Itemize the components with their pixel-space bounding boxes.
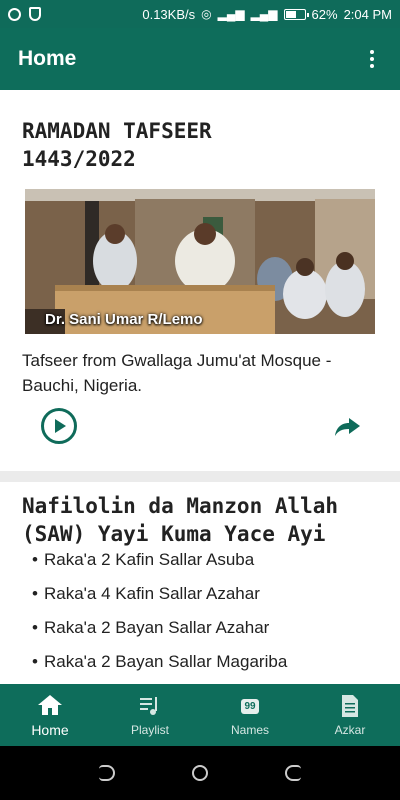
- nafiloli-list: • Raka'a 2 Kafin Sallar Asuba • Raka'a 4 K…: [32, 550, 372, 684]
- status-bar: 0.13KB/s ◎ ▂▄▆ ▂▄▆ 62% 2:04 PM: [0, 0, 400, 28]
- bullet: •: [32, 550, 38, 569]
- tafseer-thumbnail[interactable]: Dr. Sani Umar R/Lemo: [25, 189, 375, 334]
- document-icon: [340, 693, 360, 719]
- signal-2-icon: ▂▄▆: [250, 7, 278, 21]
- app-bar: Home: [0, 28, 400, 90]
- system-nav-bar: [0, 746, 400, 800]
- nav-playlist[interactable]: Playlist: [100, 684, 200, 746]
- nav-home[interactable]: Home: [0, 684, 100, 746]
- network-speed: 0.13KB/s: [142, 6, 196, 22]
- list-item-text: Raka'a 2 Bayan Sallar Magariba: [44, 652, 288, 671]
- home-icon: [37, 692, 63, 718]
- status-left: [8, 7, 41, 21]
- card-description: Tafseer from Gwallaga Jumu'at Mosque - B…: [22, 351, 332, 395]
- clock: 2:04 PM: [343, 6, 392, 22]
- names-99-icon: 99: [241, 693, 259, 719]
- bullet: •: [32, 652, 38, 671]
- nav-label: Azkar: [334, 723, 366, 737]
- nav-azkar[interactable]: Azkar: [300, 684, 400, 746]
- list-item: • Raka'a 2 Kafin Sallar Asuba: [32, 550, 372, 584]
- play-triangle: [55, 419, 66, 433]
- card-title: Nafilolin da Manzon Allah (SAW) Yayi Kum…: [22, 494, 339, 546]
- nav-names[interactable]: 99 Names: [200, 684, 300, 746]
- nav-label: Playlist: [130, 723, 169, 737]
- list-item-text: Raka'a 2 Kafin Sallar Asuba: [44, 550, 255, 569]
- system-home-icon[interactable]: [191, 765, 208, 781]
- nav-label: Names: [230, 723, 269, 737]
- document-glyph: [342, 695, 358, 717]
- battery-level: [285, 10, 297, 18]
- bullet: •: [32, 584, 38, 603]
- list-item: • Raka'a 4 Kafin Sallar Azahar: [32, 584, 372, 618]
- list-item: • Raka'a 2 Bayan Sallar Magariba: [32, 652, 372, 684]
- share-arrow-icon[interactable]: [333, 416, 361, 438]
- list-item: • Raka'a 2 Bayan Sallar Azahar: [32, 618, 372, 652]
- overflow-dot: [370, 64, 374, 68]
- playlist-glyph: [140, 697, 157, 715]
- nav-label: Home: [31, 722, 69, 738]
- battery-icon: [283, 8, 309, 20]
- card-title: RAMADAN TAFSEER 1443/2022: [22, 119, 212, 171]
- page-title: Home: [18, 47, 77, 70]
- system-recents-icon[interactable]: [285, 765, 302, 781]
- bottom-nav: Home Playlist 99 Names Azkar: [0, 684, 400, 746]
- tafseer-card[interactable]: RAMADAN TAFSEER 1443/2022 Dr. Sani Umar …: [0, 90, 400, 471]
- hotspot-icon: ◎: [201, 7, 212, 21]
- notification-icon: [8, 7, 21, 21]
- thumbnail-caption: Dr. Sani Umar R/Lemo: [45, 311, 203, 328]
- overflow-dot: [370, 57, 374, 61]
- system-back-icon[interactable]: [98, 765, 115, 781]
- shield-icon: [29, 7, 41, 21]
- share-arrow-glyph: [335, 418, 360, 436]
- home-glyph: [38, 695, 62, 715]
- content-scroll[interactable]: RAMADAN TAFSEER 1443/2022 Dr. Sani Umar …: [0, 90, 400, 684]
- list-item-text: Raka'a 4 Kafin Sallar Azahar: [44, 584, 260, 603]
- bullet: •: [32, 618, 38, 637]
- names-badge: 99: [241, 698, 259, 714]
- status-right: 0.13KB/s ◎ ▂▄▆ ▂▄▆ 62% 2:04 PM: [142, 7, 392, 22]
- overflow-menu-icon[interactable]: [362, 47, 382, 71]
- playlist-icon: [138, 693, 162, 719]
- list-item-text: Raka'a 2 Bayan Sallar Azahar: [44, 618, 270, 637]
- nafiloli-card[interactable]: Nafilolin da Manzon Allah (SAW) Yayi Kum…: [0, 482, 400, 684]
- signal-icon: ▂▄▆: [217, 7, 245, 21]
- play-circle-icon[interactable]: [41, 408, 77, 444]
- overflow-dot: [370, 50, 374, 54]
- battery-percent: 62%: [311, 6, 338, 22]
